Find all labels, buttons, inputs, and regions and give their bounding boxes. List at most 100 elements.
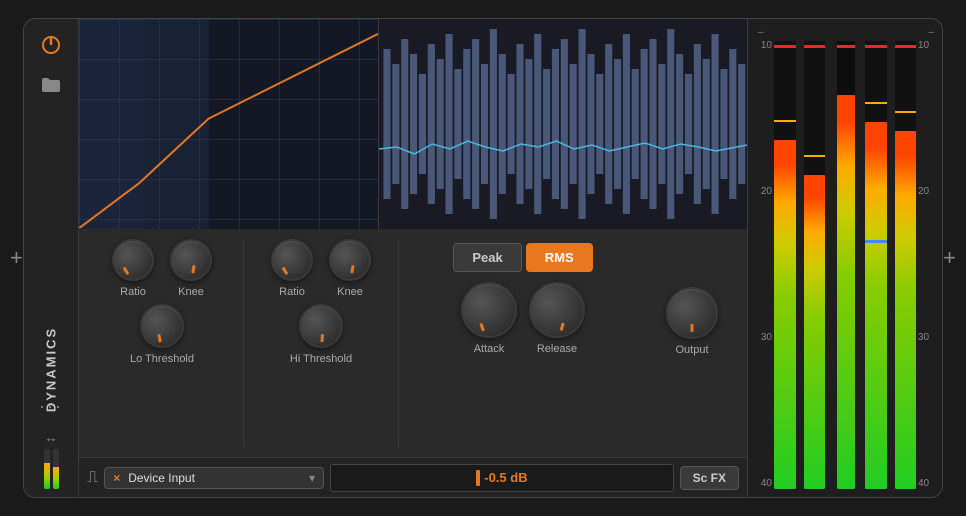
sidebar: DYNAMICS ··· ↔: [24, 19, 79, 497]
db-bar-indicator: [476, 470, 480, 486]
transfer-graph: [79, 19, 379, 229]
release-indicator: [560, 322, 565, 331]
meter-fill-3: [865, 122, 887, 489]
attack-group: Attack: [461, 282, 517, 355]
meter-red-mark-4: [895, 45, 917, 48]
scale-right-10: 10: [918, 41, 934, 51]
device-dropdown-icon: ▾: [309, 471, 315, 485]
lo-section: Ratio Knee: [89, 239, 244, 447]
meter-peak-4: [895, 111, 917, 113]
main-content: Ratio Knee: [79, 19, 747, 497]
hi-knee-group: Knee: [329, 239, 371, 298]
scale-left-20: 20: [756, 187, 772, 197]
folder-icon[interactable]: [37, 71, 65, 99]
release-group: Release: [529, 282, 585, 355]
meter-peak-2: [804, 155, 826, 157]
outer-add-left-button[interactable]: +: [10, 245, 23, 271]
output-knob[interactable]: [666, 287, 718, 339]
peak-rms-row: Peak RMS: [453, 243, 592, 272]
lo-ratio-group: Ratio: [112, 239, 154, 298]
lo-knee-indicator: [191, 265, 195, 273]
controls-area: Ratio Knee: [79, 229, 747, 457]
attack-release-row: Attack Release: [461, 282, 585, 355]
meters-panel: – – 10 20 30 40: [747, 19, 942, 497]
top-area: [79, 19, 747, 229]
device-select[interactable]: × Device Input ▾: [104, 467, 324, 489]
meter-gap-3: [890, 41, 892, 489]
scale-left-40: 40: [756, 479, 772, 489]
meter-gap-1: [799, 41, 801, 489]
hi-ratio-indicator: [282, 267, 289, 275]
lo-knee-label: Knee: [178, 286, 204, 298]
device-name: Device Input: [128, 471, 195, 485]
meter-top-dash-left: –: [758, 27, 764, 38]
waveform-display: [379, 19, 747, 229]
hi-knee-indicator: [350, 265, 354, 273]
output-section: Output: [647, 239, 737, 447]
meter-bar-1: [774, 41, 796, 489]
meter-bar-2: [804, 41, 826, 489]
hi-section: Ratio Knee: [244, 239, 399, 447]
hi-knee-label: Knee: [337, 286, 363, 298]
meter-gap-dark: [828, 41, 834, 489]
meter-red-mark-3: [865, 45, 887, 48]
lo-threshold-group: Lo Threshold: [130, 304, 194, 365]
waveform-svg: [379, 19, 747, 229]
meter-top-dash-right: –: [928, 27, 934, 38]
release-knob[interactable]: [529, 282, 585, 338]
plugin-container: DYNAMICS ··· ↔: [23, 18, 943, 498]
meter-red-mark-1: [774, 45, 796, 48]
hi-threshold-group: Hi Threshold: [290, 304, 352, 365]
mid-section: Peak RMS Attack: [399, 239, 647, 447]
peak-button[interactable]: Peak: [453, 243, 521, 272]
hi-ratio-group: Ratio: [271, 239, 313, 298]
scale-right-40: 40: [918, 479, 934, 489]
scale-left-30: 30: [756, 333, 772, 343]
meter-peak-3: [865, 102, 887, 104]
hi-ratio-knob[interactable]: [271, 239, 313, 281]
hi-knob-row: Ratio Knee: [271, 239, 371, 298]
attack-label: Attack: [474, 343, 505, 355]
sidebar-mini-meter: [44, 449, 59, 489]
meter-fill-1: [774, 140, 796, 489]
hi-threshold-row: Hi Threshold: [252, 304, 390, 365]
meter-bars-group: [774, 41, 916, 489]
meter-fill-2: [804, 175, 826, 489]
output-indicator: [691, 324, 694, 332]
hi-knee-knob[interactable]: [329, 239, 371, 281]
lo-threshold-label: Lo Threshold: [130, 353, 194, 365]
meter-fill-4: [895, 131, 917, 489]
attack-indicator: [479, 323, 485, 332]
hi-threshold-knob[interactable]: [299, 304, 343, 348]
db-display: -0.5 dB: [330, 464, 673, 492]
device-x: ×: [113, 471, 120, 485]
lo-threshold-indicator: [157, 334, 161, 342]
meter-bar-3: [865, 41, 887, 489]
meters-main-area: 10 20 30 40: [754, 41, 936, 489]
lo-ratio-knob[interactable]: [112, 239, 154, 281]
scale-right-20: 20: [918, 187, 934, 197]
sidebar-arrow[interactable]: ↔: [45, 430, 58, 445]
attack-knob[interactable]: [461, 282, 517, 338]
release-label: Release: [537, 343, 577, 355]
scale-left: 10 20 30 40: [754, 41, 774, 489]
meter-dark-red: [837, 45, 855, 48]
meter-bar-dark: [837, 41, 855, 489]
hi-threshold-indicator: [320, 334, 324, 342]
outer-add-right-button[interactable]: +: [943, 245, 956, 271]
meter-peak-1: [774, 120, 796, 122]
lo-knee-knob[interactable]: [170, 239, 212, 281]
lo-threshold-knob[interactable]: [140, 304, 184, 348]
bottom-bar: ⎍ × Device Input ▾ -0.5 dB Sc FX: [79, 457, 747, 497]
sidebar-dots[interactable]: ···: [39, 396, 63, 417]
device-icon: ⎍: [87, 469, 98, 487]
meter-red-mark-2: [804, 45, 826, 48]
scale-left-10: 10: [756, 41, 772, 51]
power-icon[interactable]: [37, 31, 65, 59]
lo-knee-group: Knee: [170, 239, 212, 298]
lo-ratio-indicator: [123, 267, 130, 275]
scfx-button[interactable]: Sc FX: [680, 466, 739, 490]
graph-curve-svg: [79, 19, 378, 228]
lo-threshold-row: Lo Threshold: [89, 304, 235, 365]
rms-button[interactable]: RMS: [526, 243, 593, 272]
